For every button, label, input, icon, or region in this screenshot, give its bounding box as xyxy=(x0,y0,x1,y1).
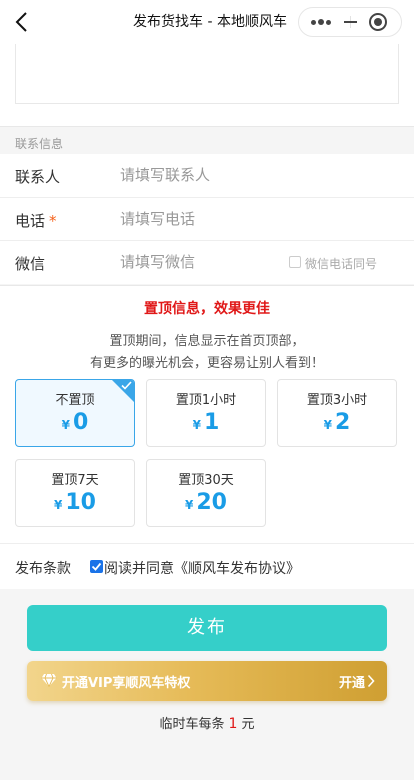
option-price: ¥0 xyxy=(16,410,134,435)
option-price: ¥20 xyxy=(147,490,265,515)
fee-prefix: 临时车每条 xyxy=(159,717,225,732)
wechat-label: 微信 xyxy=(15,255,46,273)
option-price-value: 1 xyxy=(204,410,220,435)
currency-symbol: ¥ xyxy=(54,498,63,512)
more-dots-icon[interactable] xyxy=(309,8,333,36)
same-as-phone-checkbox[interactable] xyxy=(289,256,301,268)
minimize-icon[interactable] xyxy=(335,8,365,36)
vip-text: 开通VIP享顺风车特权 xyxy=(62,676,191,691)
currency-symbol: ¥ xyxy=(192,418,202,432)
option-price: ¥10 xyxy=(16,490,134,515)
wechat-input[interactable] xyxy=(120,251,280,273)
option-price-value: 0 xyxy=(73,410,89,435)
top-promo-panel: 置顶信息，效果更佳 置顶期间，信息显示在首页顶部， 有更多的曝光机会，更容易让别… xyxy=(0,285,414,543)
required-mark: * xyxy=(49,212,57,230)
page-title: 发布货找车 - 本地顺风车 xyxy=(133,14,287,30)
check-icon xyxy=(121,381,132,390)
terms-agree-link[interactable]: 阅读并同意《顺风车发布协议》 xyxy=(104,558,300,578)
option-label: 置顶1小时 xyxy=(175,393,237,408)
contact-row: 联系人 xyxy=(0,154,414,197)
top-option-3-hours[interactable]: 置顶3小时 ¥2 xyxy=(277,379,397,447)
contact-section-header: 联系信息 xyxy=(0,126,414,154)
option-label: 置顶7天 xyxy=(51,473,99,488)
option-price-value: 10 xyxy=(65,490,96,515)
top-option-1-hour[interactable]: 置顶1小时 ¥1 xyxy=(146,379,266,447)
description-area xyxy=(0,44,414,126)
option-label: 置顶3小时 xyxy=(306,393,368,408)
contact-section-title: 联系信息 xyxy=(15,137,64,151)
contact-label: 联系人 xyxy=(15,168,61,186)
top-option-none[interactable]: 不置顶 ¥0 xyxy=(15,379,135,447)
currency-symbol: ¥ xyxy=(323,418,333,432)
close-target-icon[interactable] xyxy=(369,13,387,31)
contact-input[interactable] xyxy=(120,164,280,186)
option-price-value: 2 xyxy=(335,410,351,435)
top-promo-desc-2: 有更多的曝光机会，更容易让别人看到！ xyxy=(89,356,324,371)
currency-symbol: ¥ xyxy=(61,418,71,432)
currency-symbol: ¥ xyxy=(185,498,194,512)
option-price-value: 20 xyxy=(196,490,227,515)
wechat-row: 微信 微信电话同号 xyxy=(0,240,414,283)
phone-row: 电话 * xyxy=(0,197,414,240)
contact-form: 联系人 电话* 微信 微信电话同号 xyxy=(0,154,414,284)
vip-banner[interactable]: 开通VIP享顺风车特权 开通 xyxy=(27,661,387,701)
fee-amount: 1 xyxy=(228,716,238,732)
fee-note: 临时车每条 1 元 xyxy=(0,713,414,732)
option-price: ¥2 xyxy=(278,410,396,435)
terms-row: 发布条款 阅读并同意《顺风车发布协议》 xyxy=(0,543,414,589)
chevron-right-icon xyxy=(367,674,375,688)
mini-program-capsule xyxy=(298,7,402,37)
same-as-phone-label: 微信电话同号 xyxy=(305,257,378,271)
terms-checkbox[interactable] xyxy=(90,560,103,573)
phone-label: 电话 * xyxy=(15,210,57,231)
publish-button[interactable]: 发布 xyxy=(27,605,387,651)
description-textarea[interactable] xyxy=(15,44,399,104)
vip-open-button[interactable]: 开通 xyxy=(339,672,365,691)
top-option-30-days[interactable]: 置顶30天 ¥20 xyxy=(146,459,266,527)
phone-label-text: 电话 xyxy=(15,212,46,230)
option-label: 置顶30天 xyxy=(178,473,234,488)
phone-input[interactable] xyxy=(120,208,280,230)
terms-label: 发布条款 xyxy=(15,561,71,577)
top-option-7-days[interactable]: 置顶7天 ¥10 xyxy=(15,459,135,527)
fee-suffix: 元 xyxy=(241,717,255,732)
top-promo-desc-1: 置顶期间，信息显示在首页顶部， xyxy=(109,334,305,349)
option-price: ¥1 xyxy=(147,410,265,435)
top-promo-title: 置顶信息，效果更佳 xyxy=(144,301,270,317)
diamond-icon xyxy=(41,673,57,687)
back-arrow-icon[interactable] xyxy=(14,11,30,33)
navbar: 发布货找车 - 本地顺风车 xyxy=(0,0,414,44)
check-icon xyxy=(91,562,102,571)
